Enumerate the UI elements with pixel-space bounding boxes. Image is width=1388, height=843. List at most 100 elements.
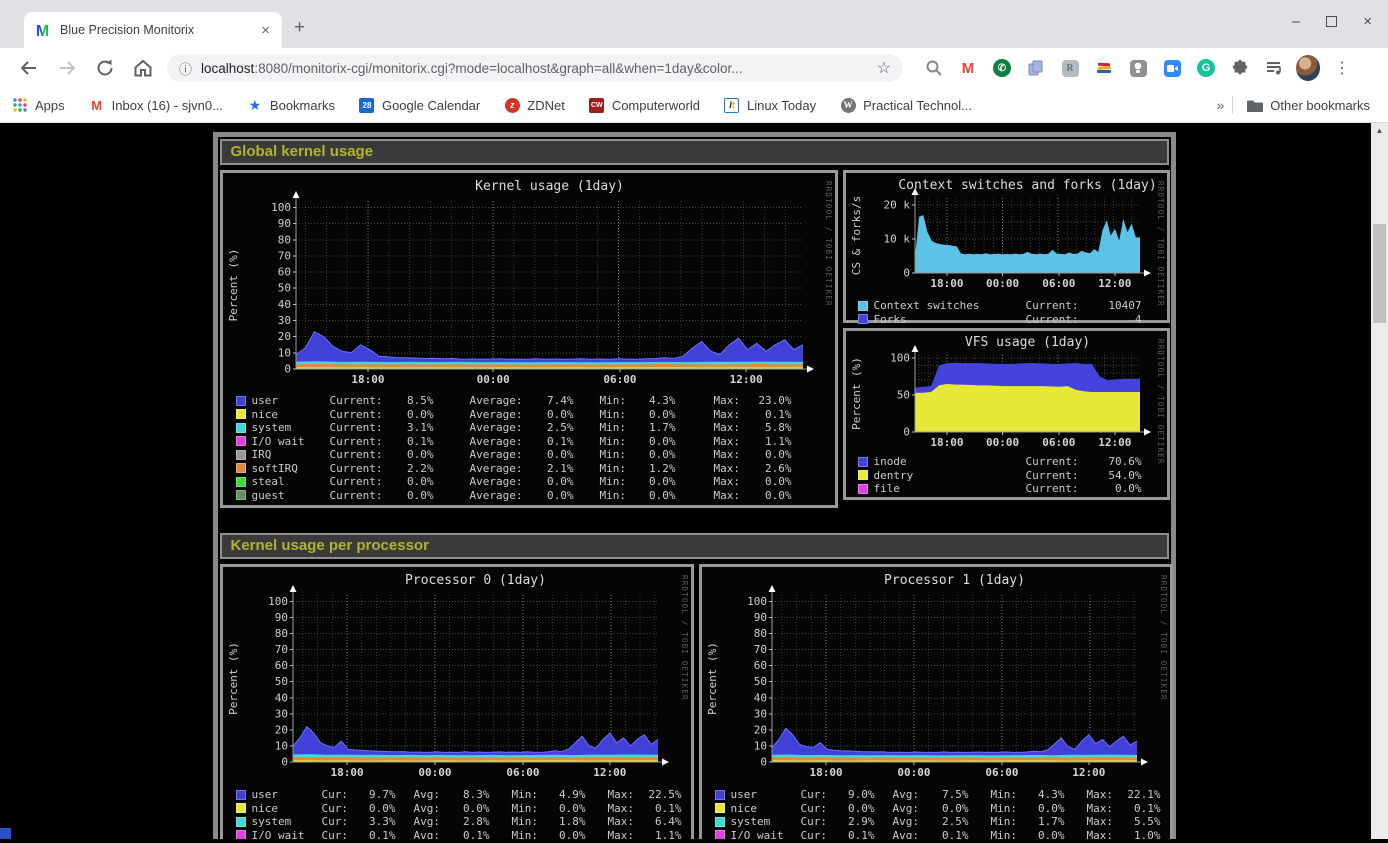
- browser-menu-icon[interactable]: ⋮: [1330, 56, 1354, 80]
- legend-stat-label: Cur:: [801, 788, 835, 801]
- bookmark-google-calendar[interactable]: 28 Google Calendar: [359, 97, 480, 113]
- tab-close-icon[interactable]: ×: [259, 22, 272, 39]
- kernel-usage-chart[interactable]: 010203040506070809010018:0000:0006:0012:…: [223, 173, 835, 505]
- legend-stat-label: Current:: [330, 435, 388, 448]
- hangouts-icon[interactable]: ✆: [990, 56, 1014, 80]
- new-tab-button[interactable]: +: [294, 17, 305, 39]
- legend-stat-value: 0.1%: [356, 829, 396, 839]
- bookmark-bookmarks[interactable]: ★ Bookmarks: [247, 97, 335, 113]
- legend-stat-value: 2.9%: [835, 815, 875, 828]
- legend-swatch: [236, 817, 246, 827]
- svg-text:70: 70: [274, 643, 287, 656]
- svg-text:100: 100: [747, 595, 767, 608]
- legend-stat-value: 3.1%: [388, 421, 434, 434]
- legend-stat-value: 0.1%: [642, 802, 682, 815]
- legend-stat-label: Current:: [1026, 469, 1086, 482]
- legend-stat-value: 0.0%: [448, 802, 490, 815]
- reload-icon[interactable]: [94, 57, 116, 79]
- legend-stat-label: Min:: [600, 421, 630, 434]
- search-icon[interactable]: [922, 56, 946, 80]
- copy-pages-icon[interactable]: [1024, 56, 1048, 80]
- grammarly-icon[interactable]: G: [1194, 56, 1218, 80]
- books-stack-icon[interactable]: [1092, 56, 1116, 80]
- svg-text:40: 40: [274, 691, 287, 704]
- legend-stat-label: Min:: [600, 489, 630, 502]
- legend-stat-value: 1.7%: [1025, 815, 1065, 828]
- bookmark-zdnet[interactable]: z ZDNet: [504, 97, 565, 113]
- legend-stat-label: Avg:: [893, 815, 927, 828]
- bookmark-star-icon[interactable]: ☆: [877, 58, 891, 78]
- svg-text:06:00: 06:00: [985, 766, 1018, 779]
- profile-avatar[interactable]: [1296, 56, 1320, 80]
- legend-stat-value: 0.1%: [388, 435, 434, 448]
- legend-stat-value: 9.0%: [835, 788, 875, 801]
- svg-text:12:00: 12:00: [1098, 436, 1131, 449]
- legend-stat-label: Average:: [470, 475, 528, 488]
- zoom-camera-icon[interactable]: [1160, 56, 1184, 80]
- scrollbar-up-arrow[interactable]: ▲: [1371, 123, 1388, 138]
- svg-text:50: 50: [753, 675, 766, 688]
- legend-swatch: [236, 490, 246, 500]
- forward-icon[interactable]: [56, 57, 78, 79]
- processor0-chart[interactable]: 010203040506070809010018:0000:0006:0012:…: [223, 567, 691, 839]
- vfs-usage-chart[interactable]: 05010018:0000:0006:0012:00VFS usage (1da…: [846, 331, 1167, 497]
- site-info-icon[interactable]: ⓘ: [179, 59, 192, 78]
- bookmarks-overflow-icon[interactable]: »: [1217, 97, 1225, 113]
- legend-stat-value: 23.0%: [744, 394, 792, 407]
- bookmarks-divider: [1232, 96, 1233, 114]
- legend-stat-label: Average:: [470, 394, 528, 407]
- address-bar[interactable]: ⓘ localhost:8080/monitorix-cgi/monitorix…: [167, 54, 903, 82]
- window-maximize-button[interactable]: [1326, 16, 1337, 27]
- legend-stat-label: Min:: [600, 435, 630, 448]
- legend-stat-label: Avg:: [893, 802, 927, 815]
- legend-stat-value: 4: [1086, 313, 1142, 326]
- svg-text:60: 60: [274, 659, 287, 672]
- home-icon[interactable]: [132, 57, 154, 79]
- legend-stat-label: Current:: [330, 475, 388, 488]
- browser-tab[interactable]: M Blue Precision Monitorix ×: [24, 12, 282, 48]
- legend-stat-label: Current:: [330, 462, 388, 475]
- bookmark-linux-today[interactable]: lt Linux Today: [724, 97, 816, 113]
- bookmark-practical-technology[interactable]: W Practical Technol...: [840, 97, 972, 113]
- context-switches-chart[interactable]: 010 k20 k18:0000:0006:0012:00Context swi…: [846, 173, 1167, 320]
- svg-text:0: 0: [760, 756, 767, 769]
- lamp-icon[interactable]: [1126, 56, 1150, 80]
- url-text[interactable]: localhost:8080/monitorix-cgi/monitorix.c…: [201, 61, 871, 76]
- legend-stat-value: 0.0%: [388, 448, 434, 461]
- legend-stat-label: Avg:: [414, 802, 448, 815]
- window-minimize-button[interactable]: –: [1292, 13, 1300, 30]
- bookmark-apps[interactable]: Apps: [12, 97, 65, 113]
- svg-text:10 k: 10 k: [883, 232, 910, 245]
- bookmark-computerworld[interactable]: CW Computerworld: [589, 97, 700, 113]
- bookmark-inbox[interactable]: M Inbox (16) - sjvn0...: [89, 97, 223, 113]
- processor1-chart[interactable]: 010203040506070809010018:0000:0006:0012:…: [702, 567, 1170, 839]
- svg-text:RRDTOOL / TOBI OETIKER: RRDTOOL / TOBI OETIKER: [680, 575, 689, 701]
- vertical-scrollbar[interactable]: ▲: [1371, 123, 1388, 839]
- back-icon[interactable]: [18, 57, 40, 79]
- legend-stat-value: 1.0%: [1121, 829, 1161, 839]
- legend-stat-label: Max:: [1087, 802, 1121, 815]
- puzzle-extensions-icon[interactable]: [1228, 56, 1252, 80]
- legend-stat-value: 0.0%: [630, 435, 676, 448]
- other-bookmarks[interactable]: Other bookmarks: [1247, 97, 1370, 113]
- legend-swatch: [858, 301, 868, 311]
- svg-text:RRDTOOL / TOBI OETIKER: RRDTOOL / TOBI OETIKER: [1159, 575, 1168, 701]
- svg-text:70: 70: [753, 643, 766, 656]
- svg-text:0: 0: [281, 756, 288, 769]
- playlist-icon[interactable]: [1262, 56, 1286, 80]
- legend-series-name: user: [252, 394, 330, 407]
- scrollbar-thumb[interactable]: [1373, 224, 1386, 323]
- gmail-icon[interactable]: M: [956, 56, 980, 80]
- svg-text:18:00: 18:00: [330, 766, 363, 779]
- svg-text:M: M: [36, 23, 49, 39]
- legend-stat-value: 0.0%: [388, 475, 434, 488]
- legend-row: userCur:9.0%Avg:7.5%Min:4.3%Max:22.1%: [715, 788, 1161, 802]
- extension-r-icon[interactable]: R: [1058, 56, 1082, 80]
- legend-row: niceCur:0.0%Avg:0.0%Min:0.0%Max:0.1%: [715, 802, 1161, 816]
- section-title-global-kernel: Global kernel usage: [220, 139, 1169, 165]
- svg-text:VFS usage (1day): VFS usage (1day): [964, 335, 1089, 350]
- window-close-button[interactable]: ×: [1363, 13, 1372, 30]
- gmail-icon: M: [89, 97, 105, 113]
- legend-stat-value: 0.0%: [546, 829, 586, 839]
- bookmarks-bar: Apps M Inbox (16) - sjvn0... ★ Bookmarks…: [0, 88, 1388, 123]
